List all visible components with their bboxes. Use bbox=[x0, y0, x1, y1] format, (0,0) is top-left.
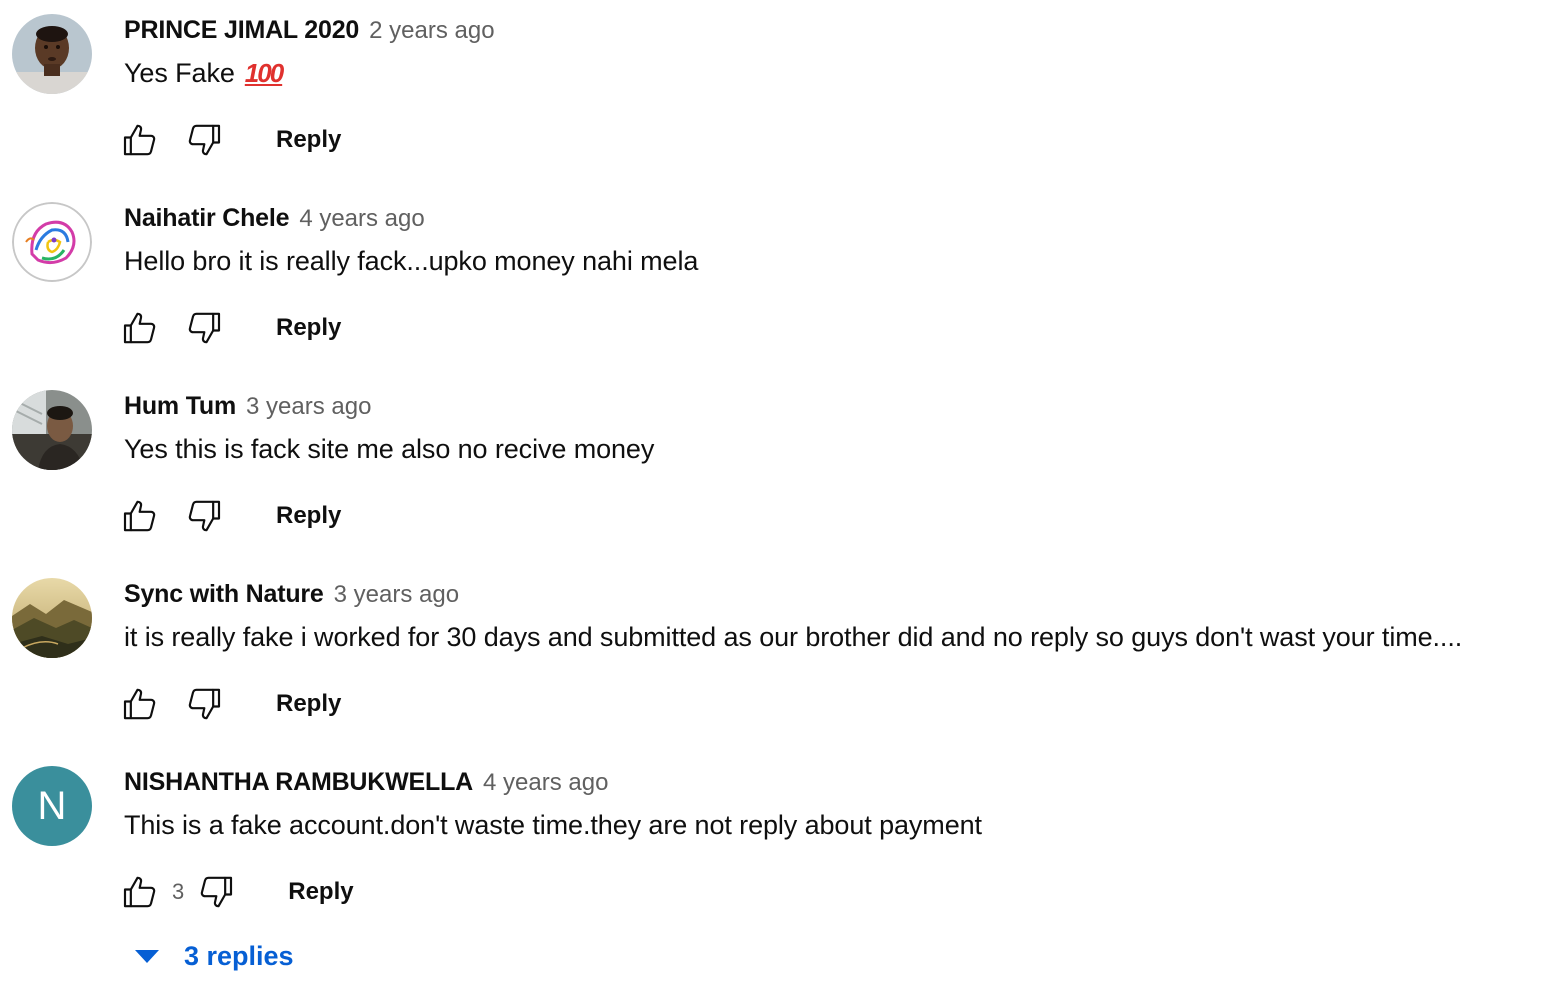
dislike-button[interactable] bbox=[182, 306, 226, 350]
author-name[interactable]: NISHANTHA RAMBUKWELLA bbox=[124, 768, 473, 797]
comment-actions: Reply bbox=[118, 118, 341, 162]
thumb-down-icon bbox=[201, 876, 233, 908]
avatar[interactable] bbox=[12, 390, 92, 470]
avatar[interactable] bbox=[12, 578, 92, 658]
thumb-up-icon bbox=[123, 876, 156, 908]
avatar[interactable]: N bbox=[12, 766, 92, 846]
comment-timestamp[interactable]: 4 years ago bbox=[299, 205, 424, 233]
comment-thread: Hum Tum 3 years ago Yes this is fack sit… bbox=[0, 376, 1548, 564]
avatar[interactable] bbox=[12, 202, 92, 282]
comment-actions: Reply bbox=[118, 682, 341, 726]
dislike-button[interactable] bbox=[182, 682, 226, 726]
author-name[interactable]: PRINCE JIMAL 2020 bbox=[124, 16, 359, 45]
thumb-up-icon bbox=[123, 312, 156, 344]
like-button[interactable] bbox=[118, 682, 162, 726]
comment-text-content: Yes Fake bbox=[124, 58, 235, 88]
author-name[interactable]: Sync with Nature bbox=[124, 580, 324, 609]
view-replies-button[interactable]: 3 replies bbox=[132, 936, 294, 976]
thumb-up-icon bbox=[123, 500, 156, 532]
author-name[interactable]: Naihatir Chele bbox=[124, 204, 290, 233]
comment-actions: Reply bbox=[118, 306, 341, 350]
comment-text: This is a fake account.don't waste time.… bbox=[124, 810, 982, 840]
avatar-letter: N bbox=[37, 783, 67, 828]
comment-timestamp[interactable]: 2 years ago bbox=[369, 17, 494, 45]
like-button[interactable] bbox=[118, 306, 162, 350]
comment-header: Naihatir Chele 4 years ago bbox=[124, 204, 425, 238]
reply-button[interactable]: Reply bbox=[276, 690, 341, 718]
caret-down-icon bbox=[132, 946, 162, 966]
comment-thread: PRINCE JIMAL 2020 2 years ago Yes Fake 10… bbox=[0, 0, 1548, 188]
comment-text: it is really fake i worked for 30 days a… bbox=[124, 622, 1463, 652]
author-name[interactable]: Hum Tum bbox=[124, 392, 236, 421]
like-button[interactable] bbox=[118, 118, 162, 162]
comment-timestamp[interactable]: 3 years ago bbox=[246, 393, 371, 421]
thumb-down-icon bbox=[188, 688, 221, 720]
comment-text: Yes this is fack site me also no recive … bbox=[124, 434, 655, 464]
hundred-points-emoji: 100 bbox=[244, 58, 284, 88]
avatar[interactable] bbox=[12, 14, 92, 94]
comment-thread: Sync with Nature 3 years ago it is reall… bbox=[0, 564, 1548, 752]
comment-timestamp[interactable]: 4 years ago bbox=[483, 769, 608, 797]
dislike-button[interactable] bbox=[182, 494, 226, 538]
replies-count-label: 3 replies bbox=[184, 940, 294, 971]
reply-button[interactable]: Reply bbox=[276, 502, 341, 530]
reply-button[interactable]: Reply bbox=[288, 878, 353, 906]
comment-header: Sync with Nature 3 years ago bbox=[124, 580, 459, 614]
comment-header: PRINCE JIMAL 2020 2 years ago bbox=[124, 16, 495, 50]
like-button[interactable] bbox=[118, 870, 162, 914]
reply-button[interactable]: Reply bbox=[276, 126, 341, 154]
comment-header: NISHANTHA RAMBUKWELLA 4 years ago bbox=[124, 768, 608, 802]
comment-thread: N NISHANTHA RAMBUKWELLA 4 years ago This… bbox=[0, 752, 1548, 971]
comment-text: Yes Fake 100 bbox=[124, 58, 284, 89]
comment-actions: 3 Reply bbox=[118, 870, 354, 914]
thumb-down-icon bbox=[188, 124, 221, 156]
like-count: 3 bbox=[172, 879, 185, 904]
comment-actions: Reply bbox=[118, 494, 341, 538]
comment-thread: Naihatir Chele 4 years ago Hello bro it … bbox=[0, 188, 1548, 376]
dislike-button[interactable] bbox=[194, 870, 238, 914]
comment-timestamp[interactable]: 3 years ago bbox=[334, 581, 459, 609]
reply-button[interactable]: Reply bbox=[276, 314, 341, 342]
thumb-up-icon bbox=[123, 124, 156, 156]
thumb-down-icon bbox=[188, 312, 221, 344]
thumb-down-icon bbox=[188, 500, 221, 532]
dislike-button[interactable] bbox=[182, 118, 226, 162]
comment-text: Hello bro it is really fack...upko money… bbox=[124, 246, 699, 276]
comment-header: Hum Tum 3 years ago bbox=[124, 392, 371, 426]
thumb-up-icon bbox=[123, 688, 156, 720]
like-button[interactable] bbox=[118, 494, 162, 538]
